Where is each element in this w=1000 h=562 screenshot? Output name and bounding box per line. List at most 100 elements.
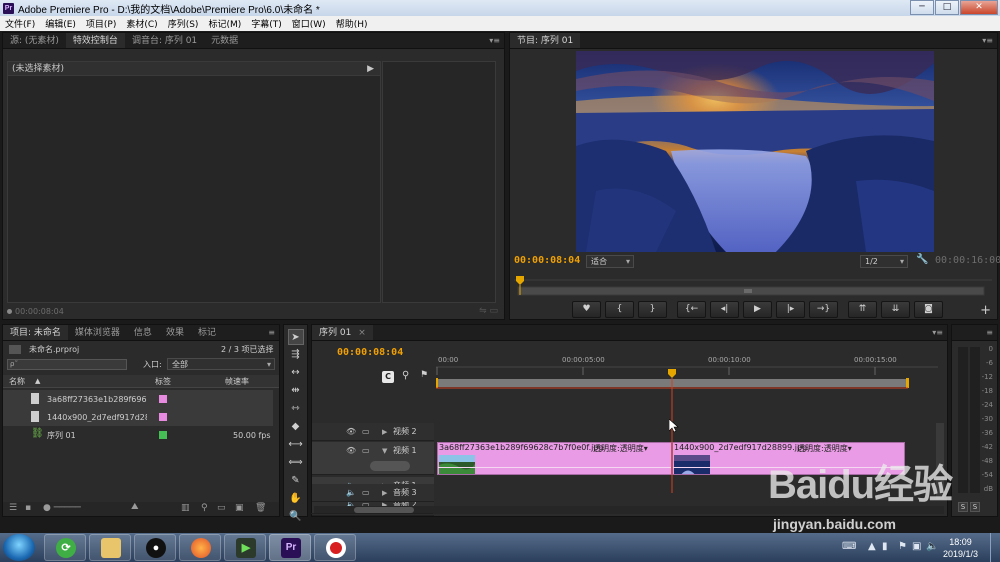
program-mini-timeline[interactable]	[514, 275, 992, 297]
project-search-input[interactable]: ρ˜	[7, 359, 127, 370]
collapse-track-icon[interactable]: ▼	[382, 442, 387, 460]
speaker-icon[interactable]: 🔈	[346, 484, 356, 502]
meter-panel-menu-icon[interactable]: ≡	[986, 325, 993, 341]
eye-icon[interactable]: 👁	[346, 423, 356, 441]
keyboard-tray-icon[interactable]: ⌨	[842, 541, 856, 552]
extract-icon[interactable]: ⇊	[881, 301, 910, 318]
opacity-line[interactable]	[438, 467, 671, 468]
menu-project[interactable]: 项目(P)	[81, 17, 121, 30]
slip-icon[interactable]: ⟷	[288, 437, 304, 453]
hand-icon[interactable]: ✋	[288, 491, 304, 507]
add-button-icon[interactable]: +	[980, 303, 991, 318]
eye-icon[interactable]: 👁	[346, 442, 356, 460]
resolution-dropdown[interactable]: 1/2 ▾	[860, 255, 908, 268]
timeline-current-timecode[interactable]: 00:00:08:04	[337, 347, 403, 358]
tab-project[interactable]: 项目: 未命名	[3, 325, 68, 340]
tab-media-browser[interactable]: 媒体浏览器	[68, 325, 127, 340]
step-forward-icon[interactable]: |▸	[776, 301, 805, 318]
menu-clip[interactable]: 素材(C)	[121, 17, 162, 30]
label-color-swatch[interactable]	[159, 431, 167, 439]
label-color-swatch[interactable]	[159, 395, 167, 403]
razor-icon[interactable]: ◆	[288, 419, 304, 435]
minimize-button[interactable]: ─	[910, 0, 934, 15]
start-button[interactable]	[3, 534, 35, 561]
lock-icon[interactable]: ▭	[362, 423, 370, 441]
ripple-edit-icon[interactable]: ↔	[288, 365, 304, 381]
taskbar-clock[interactable]: 18:09 2019/1/3	[943, 536, 978, 560]
menu-window[interactable]: 窗口(W)	[287, 17, 331, 30]
panel-menu-icon[interactable]: ▾≡	[489, 33, 500, 49]
camera-icon[interactable]: ◙	[914, 301, 943, 318]
program-panel-menu-icon[interactable]: ▾≡	[982, 33, 993, 49]
add-marker-icon[interactable]: ⚲	[402, 370, 409, 381]
tab-effect-controls[interactable]: 特效控制台	[65, 33, 125, 48]
play-icon[interactable]: ▶	[743, 301, 772, 318]
tab-markers[interactable]: 标记	[191, 325, 223, 340]
icon-view-icon[interactable]: ▪	[25, 503, 31, 513]
menu-help[interactable]: 帮助(H)	[331, 17, 373, 30]
timeline-clip[interactable]: 3a68ff27363e1b289f69628c7b7f0e0f.jpg 透明度…	[437, 442, 672, 475]
tab-sequence-01[interactable]: 序列 01 ×	[312, 325, 373, 340]
label-color-swatch[interactable]	[159, 413, 167, 421]
keyframe-nav[interactable]	[370, 461, 410, 471]
menu-title[interactable]: 字幕(T)	[246, 17, 287, 30]
tab-program[interactable]: 节目: 序列 01	[510, 33, 581, 48]
entry-dropdown[interactable]: 全部 ▾	[167, 358, 275, 370]
slide-icon[interactable]: ⟺	[288, 455, 304, 471]
selection-tool-icon[interactable]: ➤	[287, 329, 304, 345]
column-label[interactable]: 标签	[155, 375, 171, 388]
go-to-out-icon[interactable]: →}	[809, 301, 838, 318]
track-header-video-1[interactable]: 👁 ▭ ▼ 视频 1	[312, 442, 434, 475]
in-bracket-icon[interactable]: {	[605, 301, 634, 318]
lift-icon[interactable]: ⇈	[848, 301, 877, 318]
sort-ascending-icon[interactable]: ▲	[35, 375, 40, 388]
go-to-in-icon[interactable]: {←	[677, 301, 706, 318]
track-select-icon[interactable]: ⇶	[288, 347, 304, 363]
time-ruler[interactable]: 00:00 00:00:05:00 00:00:10:00 00:00:15:0…	[436, 353, 938, 389]
solo-left-button[interactable]: S	[958, 502, 968, 512]
camtasia-icon[interactable]: ▶	[224, 534, 266, 561]
clock-app-icon[interactable]: ⟳	[44, 534, 86, 561]
clip-effect-dropdown[interactable]: 透明度:透明度▾	[593, 443, 648, 454]
premiere-icon[interactable]: Pr	[269, 534, 311, 561]
zoom-mountain-icon[interactable]: ⛰	[131, 502, 139, 512]
find-icon[interactable]: ⚲	[201, 503, 208, 513]
wrench-icon[interactable]: 🔧	[916, 254, 928, 265]
fit-dropdown[interactable]: 适合 ▾	[586, 255, 634, 268]
tab-audio-mixer[interactable]: 调音台: 序列 01	[125, 33, 204, 48]
out-bracket-icon[interactable]: }	[638, 301, 667, 318]
expand-track-icon[interactable]: ▶	[382, 484, 387, 502]
firefox-icon[interactable]	[179, 534, 221, 561]
pen-icon[interactable]: ✎	[288, 473, 304, 489]
expand-arrow-icon[interactable]: ▶	[367, 62, 374, 76]
mark-in-icon[interactable]: ♥	[572, 301, 601, 318]
delete-icon[interactable]: 🗑	[255, 503, 266, 513]
list-view-icon[interactable]: ☰	[9, 503, 17, 513]
timeline-panel-menu-icon[interactable]: ▾≡	[932, 325, 943, 341]
new-bin-icon[interactable]: ▭	[217, 503, 226, 513]
rolling-edit-icon[interactable]: ⇹	[288, 383, 304, 399]
lock-icon[interactable]: ▭	[362, 442, 370, 460]
marker-icon[interactable]: ⚑	[420, 370, 428, 380]
program-scrub-bar[interactable]	[514, 275, 992, 297]
tab-info[interactable]: 信息	[127, 325, 159, 340]
tab-effects[interactable]: 效果	[159, 325, 191, 340]
project-panel-menu-icon[interactable]: ≡	[268, 325, 275, 341]
volume-tray-icon[interactable]: 🔈	[926, 541, 938, 552]
tab-metadata[interactable]: 元数据	[204, 33, 245, 48]
menu-sequence[interactable]: 序列(S)	[163, 17, 204, 30]
solo-right-button[interactable]: S	[970, 502, 980, 512]
up-arrow-tray-icon[interactable]: ▲	[868, 541, 876, 552]
column-name[interactable]: 名称	[9, 375, 25, 388]
flag-tray-icon[interactable]: ⚑	[898, 541, 907, 552]
zoom-icon[interactable]: 🔍	[288, 509, 304, 525]
automate-icon[interactable]: ▥	[181, 503, 190, 513]
qq-icon[interactable]: ●	[134, 534, 176, 561]
menu-marker[interactable]: 标记(M)	[203, 17, 246, 30]
expand-track-icon[interactable]: ▶	[382, 423, 387, 441]
step-back-icon[interactable]: ◂|	[710, 301, 739, 318]
program-current-timecode[interactable]: 00:00:08:04	[514, 255, 580, 266]
snap-icon[interactable]: C	[382, 371, 394, 383]
menu-edit[interactable]: 编辑(E)	[40, 17, 81, 30]
project-item-row[interactable]: ⛓ 序列 01 50.00 fps	[3, 426, 273, 444]
